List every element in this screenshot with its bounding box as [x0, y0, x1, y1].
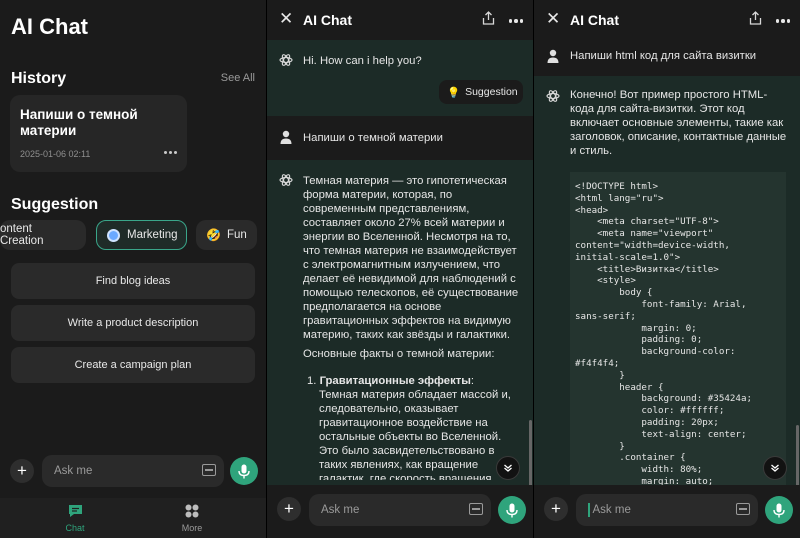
chip-fun[interactable]: 🤣 Fun	[196, 220, 257, 250]
chat-input-placeholder: Ask me	[592, 504, 631, 516]
user-avatar-icon	[280, 130, 292, 144]
ai-avatar-icon	[546, 90, 560, 102]
close-icon[interactable]: ✕	[546, 9, 560, 29]
user-message-text: Напиши html код для сайта визитки	[570, 50, 757, 62]
suggestion-pill[interactable]: 💡 Suggestion	[439, 80, 523, 104]
suggestion-pill-label: Suggestion	[465, 86, 518, 98]
scan-icon[interactable]	[202, 464, 216, 476]
chevron-down-icon	[771, 464, 779, 472]
ai-intro-text: Конечно! Вот пример простого HTML-кода д…	[570, 89, 787, 157]
text-cursor	[588, 503, 590, 517]
marketing-icon	[107, 228, 120, 242]
nav-more[interactable]: More	[162, 504, 222, 533]
user-avatar-icon	[547, 49, 559, 63]
home-panel: AI Chat History See All Напиши о темной …	[0, 0, 266, 538]
chip-marketing[interactable]: Marketing	[96, 220, 187, 250]
user-message-text: Напиши о темной материи	[303, 132, 443, 144]
chat-icon	[68, 505, 82, 517]
chat-input[interactable]: Ask me	[576, 494, 758, 526]
code-content: <!DOCTYPE html> <html lang="ru"> <head> …	[575, 181, 753, 487]
user-message: Напиши html код для сайта визитки	[534, 40, 800, 76]
mic-button[interactable]	[765, 496, 793, 524]
mic-button[interactable]	[230, 457, 258, 485]
chat-input-placeholder: Ask me	[54, 465, 93, 477]
user-message: Напиши о темной материи	[267, 116, 533, 160]
ai-greeting-message: Hi. How can i help you? 💡 Suggestion	[267, 40, 533, 116]
scroll-down-button[interactable]	[763, 456, 787, 480]
laugh-emoji-icon: 🤣	[206, 228, 221, 242]
nav-chat[interactable]: Chat	[45, 504, 105, 533]
chat-header: ✕ AI Chat	[267, 0, 533, 40]
chat-panel-html-code: ✕ AI Chat Напиши html код для сайта визи…	[534, 0, 800, 538]
input-area: + Ask me	[267, 485, 533, 538]
chat-input-placeholder: Ask me	[321, 504, 360, 516]
fact-1-text: Темная материя обладает массой и, следов…	[319, 389, 511, 480]
suggestion-campaign-plan[interactable]: Create a campaign plan	[11, 347, 255, 383]
mic-icon	[773, 503, 785, 517]
add-button[interactable]: +	[10, 459, 34, 483]
chat-input[interactable]: Ask me	[42, 455, 224, 487]
grid-icon	[185, 504, 199, 518]
nav-chat-label: Chat	[65, 523, 85, 533]
chip-label: Marketing	[127, 229, 178, 241]
fact-1-title: Гравитационные эффекты	[319, 375, 471, 387]
lightbulb-icon: 💡	[447, 86, 461, 99]
greeting-text: Hi. How can i help you?	[303, 55, 422, 67]
close-icon[interactable]: ✕	[279, 9, 293, 29]
more-icon[interactable]	[775, 19, 790, 23]
nav-more-label: More	[181, 523, 203, 533]
suggestion-product-description[interactable]: Write a product description	[11, 305, 255, 341]
chat-header: ✕ AI Chat	[534, 0, 800, 40]
scan-icon[interactable]	[736, 503, 750, 515]
chevron-down-icon	[504, 464, 512, 472]
code-block[interactable]: <!DOCTYPE html> <html lang="ru"> <head> …	[570, 172, 786, 492]
chip-label: Fun	[226, 229, 247, 241]
history-card-title: Напиши о темной материи	[20, 107, 138, 138]
add-button[interactable]: +	[544, 497, 568, 521]
facts-heading: Основные факты о темной материи:	[303, 348, 495, 360]
mic-icon	[506, 503, 518, 517]
bottom-nav: Chat More	[0, 498, 266, 538]
share-icon[interactable]	[749, 11, 762, 25]
chat-panel-dark-matter: ✕ AI Chat Hi. How can i help you? 💡 Sugg…	[267, 0, 533, 538]
chat-input[interactable]: Ask me	[309, 494, 491, 526]
ai-avatar-icon	[279, 54, 293, 66]
mic-icon	[238, 464, 250, 478]
scroll-down-button[interactable]	[496, 456, 520, 480]
suggestion-heading: Suggestion	[11, 196, 99, 213]
ai-response-message: Темная материя — это гипотетическая форм…	[267, 160, 533, 485]
chat-title: AI Chat	[303, 12, 352, 28]
history-heading: History	[11, 70, 67, 87]
scan-icon[interactable]	[469, 503, 483, 515]
more-icon[interactable]	[508, 19, 523, 23]
history-card[interactable]: Напиши о темной материи 2025-01-06 02:11	[10, 95, 187, 172]
app-title: AI Chat	[11, 14, 88, 39]
see-all-link[interactable]: See All	[221, 72, 255, 84]
chip-content-creation[interactable]: ontent Creation	[0, 220, 86, 250]
mic-button[interactable]	[498, 496, 526, 524]
more-options-icon[interactable]	[164, 151, 178, 157]
chip-label: ontent Creation	[0, 223, 44, 247]
ai-avatar-icon	[279, 174, 293, 186]
suggestion-find-blog-ideas[interactable]: Find blog ideas	[11, 263, 255, 299]
fact-item-1: 1. Гравитационные эффекты:	[307, 375, 475, 387]
share-icon[interactable]	[482, 11, 495, 25]
add-button[interactable]: +	[277, 497, 301, 521]
history-card-date: 2025-01-06 02:11	[20, 149, 91, 159]
chat-title: AI Chat	[570, 12, 619, 28]
input-area: + Ask me	[534, 485, 800, 538]
ai-response-paragraph: Темная материя — это гипотетическая форм…	[303, 175, 519, 341]
